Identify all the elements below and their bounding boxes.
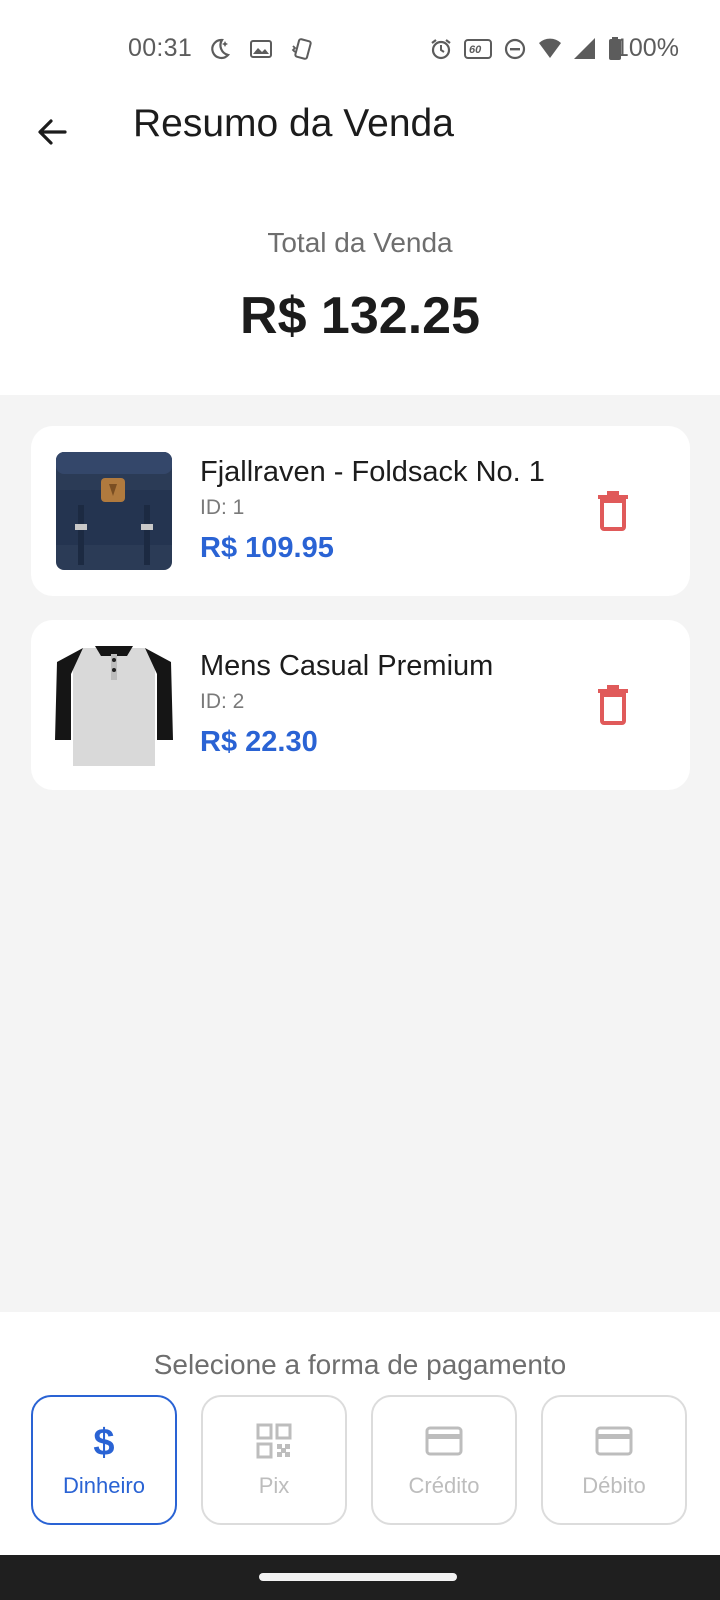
payment-option-credito[interactable]: Crédito <box>371 1395 517 1525</box>
dollar-icon: $ <box>93 1423 114 1459</box>
item-id: ID: 2 <box>200 690 245 713</box>
refresh-rate-icon: 60 <box>464 39 492 59</box>
do-not-disturb-icon <box>504 38 526 60</box>
svg-text:60: 60 <box>469 44 482 56</box>
status-bar: 00:31 60 100% <box>0 0 720 98</box>
total-value: R$ 132.25 <box>240 287 480 345</box>
item-name: Fjallraven - Foldsack No. 1 <box>200 456 545 488</box>
qr-code-icon <box>256 1423 292 1459</box>
backpack-image <box>56 452 172 570</box>
tshirt-image <box>55 646 173 766</box>
payment-option-label: Crédito <box>408 1473 480 1498</box>
status-time: 00:31 <box>128 34 193 62</box>
credit-card-icon <box>595 1426 633 1456</box>
item-price: R$ 109.95 <box>200 532 334 564</box>
system-nav-bar <box>0 1555 720 1600</box>
item-name: Mens Casual Premium <box>200 650 494 682</box>
alarm-icon <box>431 39 451 60</box>
svg-text:$: $ <box>93 1423 114 1459</box>
item-id: ID: 1 <box>200 496 245 519</box>
status-left-icons <box>206 36 316 62</box>
payment-option-label: Dinheiro <box>63 1473 145 1498</box>
night-mode-icon <box>211 38 231 60</box>
cart-item: Mens Casual Premium ID: 2 R$ 22.30 <box>31 620 690 790</box>
payment-option-label: Pix <box>258 1473 290 1498</box>
payment-option-dinheiro[interactable]: $ Dinheiro <box>31 1395 177 1525</box>
arrow-left-icon <box>38 119 67 145</box>
total-label: Total da Venda <box>267 227 453 258</box>
wifi-icon <box>539 38 561 58</box>
item-price: R$ 22.30 <box>200 726 318 758</box>
back-button[interactable] <box>30 110 74 154</box>
status-right-icons: 60 <box>428 36 623 62</box>
page-title: Resumo da Venda <box>133 102 454 145</box>
payment-label: Selecione a forma de pagamento <box>153 1349 567 1380</box>
battery-percentage: 100% <box>615 34 679 62</box>
payment-option-debito[interactable]: Débito <box>541 1395 687 1525</box>
trash-icon[interactable] <box>594 489 632 531</box>
home-indicator[interactable] <box>259 1573 457 1581</box>
trash-icon[interactable] <box>594 683 632 725</box>
phone-vibrate-icon <box>291 38 312 60</box>
signal-icon <box>574 38 595 59</box>
payment-option-label: Débito <box>582 1473 646 1498</box>
credit-card-icon <box>425 1426 463 1456</box>
payment-option-pix[interactable]: Pix <box>201 1395 347 1525</box>
app-bar: Resumo da Venda <box>0 98 720 190</box>
cart-list: Fjallraven - Foldsack No. 1 ID: 1 R$ 109… <box>0 395 720 1312</box>
cart-item: Fjallraven - Foldsack No. 1 ID: 1 R$ 109… <box>31 426 690 596</box>
gallery-icon <box>250 40 272 58</box>
